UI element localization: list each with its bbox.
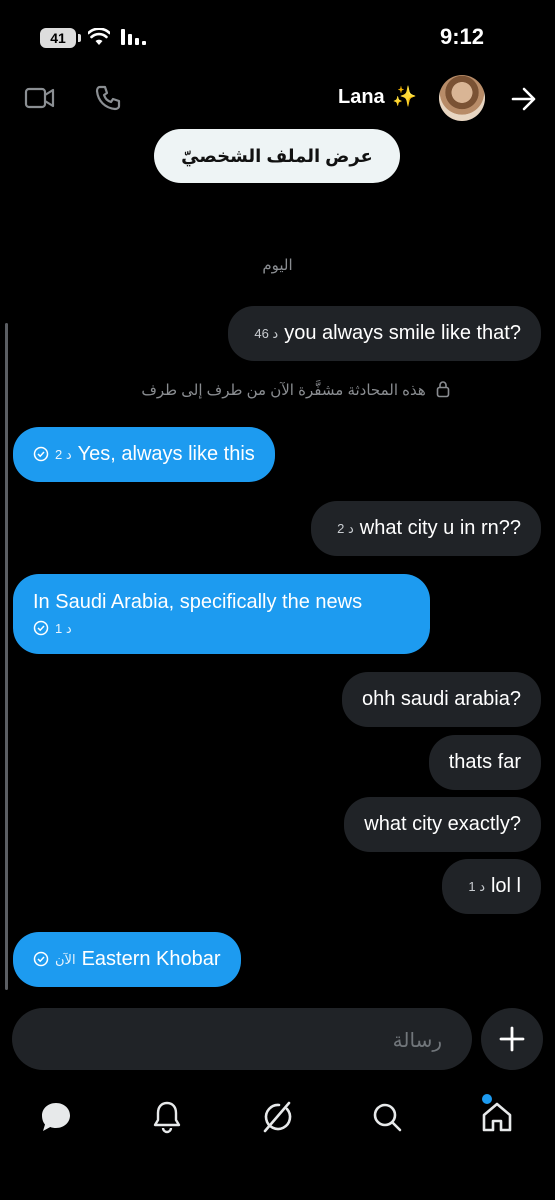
- day-separator: اليوم: [262, 257, 293, 274]
- add-attachment-button[interactable]: [481, 1008, 543, 1070]
- home-icon[interactable]: [479, 1099, 515, 1140]
- message-bubble-outgoing[interactable]: الآن Eastern Khobar: [13, 932, 241, 987]
- message-text: lol l: [490, 875, 521, 897]
- message-bubble-outgoing[interactable]: 2 د Yes, always like this: [13, 427, 275, 482]
- status-time: 9:12: [440, 24, 485, 49]
- notifications-icon[interactable]: [150, 1099, 184, 1140]
- message-bubble-incoming[interactable]: 2 د what city u in rn??: [311, 501, 541, 556]
- message-input[interactable]: رسالة: [12, 1008, 472, 1070]
- arrow-right-icon[interactable]: [510, 86, 538, 117]
- message-bubble-incoming[interactable]: 46 د you always smile like that?: [228, 306, 541, 361]
- contact-name[interactable]: Lana: [338, 86, 385, 109]
- scrollbar[interactable]: [5, 323, 8, 990]
- message-time: 46 د: [254, 326, 279, 341]
- encryption-notice: هذه المحادثة مشفَّرة الآن من طرف إلى طرف: [100, 380, 450, 399]
- lock-icon: [436, 381, 450, 398]
- plus-icon: [499, 1026, 525, 1052]
- wifi-icon: [87, 27, 111, 51]
- message-text: Yes, always like this: [77, 443, 255, 465]
- message-time: 1 د: [468, 879, 485, 894]
- message-bubble-incoming[interactable]: thats far: [428, 735, 541, 790]
- message-time: 2 د: [337, 521, 354, 536]
- message-bubble-incoming[interactable]: what city exactly?: [344, 797, 541, 852]
- grok-icon[interactable]: [259, 1099, 295, 1140]
- video-call-icon[interactable]: [24, 84, 56, 117]
- messages-icon[interactable]: [38, 1099, 74, 1140]
- message-time: الآن: [55, 952, 76, 967]
- home-notification-dot: [482, 1094, 492, 1104]
- message-time: 2 د: [55, 447, 72, 462]
- view-profile-button[interactable]: عرض الملف الشخصيّ: [154, 129, 400, 183]
- read-receipt-icon: [33, 429, 49, 484]
- cellular-signal-icon: [120, 28, 150, 51]
- battery-indicator: 41: [40, 28, 81, 48]
- sparkle-emoji: ✨: [392, 86, 417, 108]
- message-input-placeholder: رسالة: [392, 1030, 442, 1052]
- read-receipt-icon: [33, 934, 49, 989]
- avatar[interactable]: [439, 75, 485, 121]
- message-bubble-incoming[interactable]: 1 د lol l: [442, 859, 541, 914]
- message-bubble-outgoing[interactable]: In Saudi Arabia, specifically the news 1…: [13, 574, 430, 654]
- phone-icon[interactable]: [94, 84, 122, 117]
- message-text: In Saudi Arabia, specifically the news: [33, 591, 363, 613]
- message-bubble-incoming[interactable]: ohh saudi arabia?: [341, 672, 541, 727]
- message-text: ohh saudi arabia?: [361, 688, 521, 710]
- message-text: you always smile like that?: [284, 322, 521, 344]
- message-text: what city exactly?: [364, 813, 521, 835]
- search-icon[interactable]: [369, 1099, 405, 1140]
- message-text: what city u in rn??: [359, 517, 521, 539]
- read-receipt-icon: [33, 618, 49, 642]
- message-text: Eastern Khobar: [81, 948, 221, 970]
- message-time: 1 د: [55, 621, 72, 636]
- message-text: thats far: [448, 751, 521, 773]
